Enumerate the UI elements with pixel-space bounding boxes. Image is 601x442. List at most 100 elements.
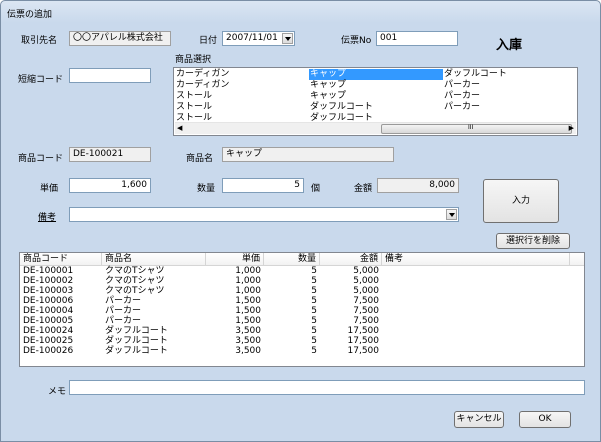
table-cell: 7,500 bbox=[353, 316, 379, 326]
memo-label: メモ bbox=[48, 387, 67, 397]
table-cell: DE-100004 bbox=[23, 306, 74, 316]
table-cell: クマのTシャツ bbox=[105, 266, 165, 276]
product-list-item[interactable]: パーカー bbox=[443, 102, 577, 113]
customer-field: 〇〇アパレル株式会社 bbox=[69, 31, 171, 46]
product-list-item[interactable]: ダッフルコート bbox=[443, 69, 577, 80]
detail-table[interactable]: 商品コード 商品名 単価 数量 金額 備考 DE-100001 クマのTシャツ 1,000 5 5… bbox=[19, 252, 585, 367]
unit-price-input[interactable]: 1,600 bbox=[69, 178, 151, 193]
product-select-list[interactable]: カーディガン カーディガン ストール ストール ストール キャップ キャップ キャップ ダッフ… bbox=[173, 67, 578, 136]
table-cell: 5 bbox=[311, 316, 317, 326]
table-cell: 5,000 bbox=[353, 266, 379, 276]
table-cell: 1,000 bbox=[235, 286, 261, 296]
table-row[interactable]: DE-100025 ダッフルコート 3,500 5 17,500 bbox=[20, 336, 584, 346]
table-cell bbox=[382, 316, 570, 326]
table-cell: DE-100026 bbox=[23, 346, 74, 356]
product-list-hscrollbar[interactable]: ◀ III ▶ bbox=[175, 122, 576, 134]
column-header[interactable]: 単価 bbox=[206, 253, 264, 265]
mode-title: 入庫 bbox=[496, 38, 523, 53]
memo-input[interactable] bbox=[69, 380, 585, 395]
column-header[interactable]: 商品名 bbox=[102, 253, 206, 265]
table-cell: 5 bbox=[311, 306, 317, 316]
table-cell: 5 bbox=[311, 296, 317, 306]
input-button[interactable]: 入力 bbox=[483, 179, 559, 223]
table-cell: DE-100025 bbox=[23, 336, 74, 346]
table-cell: 5,000 bbox=[353, 276, 379, 286]
scroll-right-icon[interactable]: ▶ bbox=[569, 124, 574, 132]
product-list-item[interactable]: ストール bbox=[175, 91, 309, 102]
table-cell: 17,500 bbox=[347, 346, 380, 356]
table-cell: 1,500 bbox=[235, 296, 261, 306]
quantity-unit: 個 bbox=[311, 184, 321, 194]
table-row[interactable]: DE-100002 クマのTシャツ 1,000 5 5,000 bbox=[20, 276, 584, 286]
scroll-thumb[interactable]: III bbox=[381, 124, 572, 134]
product-select-label: 商品選択 bbox=[175, 55, 212, 65]
product-list-item[interactable]: パーカー bbox=[443, 80, 577, 91]
table-cell bbox=[382, 326, 570, 336]
column-header[interactable]: 備考 bbox=[382, 253, 570, 265]
product-name-label: 商品名 bbox=[186, 154, 214, 164]
product-list-item[interactable]: カーディガン bbox=[175, 69, 309, 80]
table-cell: 1,500 bbox=[235, 316, 261, 326]
cancel-button[interactable]: キャンセル bbox=[454, 411, 504, 428]
scroll-thumb-grip-icon: III bbox=[468, 124, 474, 131]
table-cell: パーカー bbox=[105, 296, 142, 306]
amount-field: 8,000 bbox=[377, 178, 459, 193]
table-cell: 1,500 bbox=[235, 306, 261, 316]
table-row[interactable]: DE-100024 ダッフルコート 3,500 5 17,500 bbox=[20, 326, 584, 336]
table-cell: 5 bbox=[311, 286, 317, 296]
slip-no-input[interactable]: 001 bbox=[376, 31, 458, 46]
date-picker[interactable]: 2007/11/01 bbox=[222, 31, 295, 46]
date-dropdown-icon[interactable] bbox=[282, 33, 293, 44]
table-row[interactable]: DE-100003 クマのTシャツ 1,000 5 5,000 bbox=[20, 286, 584, 296]
product-code-field: DE-100021 bbox=[69, 147, 151, 162]
scroll-left-icon[interactable]: ◀ bbox=[177, 124, 182, 132]
table-cell: 17,500 bbox=[347, 326, 380, 336]
table-cell: DE-100024 bbox=[23, 326, 74, 336]
product-list-item[interactable]: キャップ bbox=[309, 69, 443, 80]
table-row[interactable]: DE-100026 ダッフルコート 3,500 5 17,500 bbox=[20, 346, 584, 356]
table-cell: DE-100002 bbox=[23, 276, 74, 286]
ok-button[interactable]: OK bbox=[519, 411, 571, 428]
detail-table-header: 商品コード 商品名 単価 数量 金額 備考 bbox=[20, 253, 584, 266]
table-cell: 5 bbox=[311, 336, 317, 346]
product-list-item[interactable]: キャップ bbox=[309, 91, 443, 102]
column-header[interactable]: 数量 bbox=[264, 253, 320, 265]
table-cell: ダッフルコート bbox=[105, 336, 168, 346]
table-cell: 5,000 bbox=[353, 286, 379, 296]
product-list-item[interactable]: パーカー bbox=[443, 91, 577, 102]
remarks-dropdown-icon[interactable] bbox=[446, 209, 457, 220]
table-cell: 1,000 bbox=[235, 276, 261, 286]
short-code-label: 短縮コード bbox=[18, 75, 64, 85]
window-title: 伝票の追加 bbox=[7, 10, 53, 20]
remarks-combo[interactable] bbox=[69, 207, 459, 222]
table-cell: DE-100001 bbox=[23, 266, 74, 276]
quantity-label: 数量 bbox=[197, 184, 216, 194]
short-code-input[interactable] bbox=[69, 68, 151, 83]
table-cell bbox=[382, 276, 570, 286]
table-row[interactable]: DE-100005 パーカー 1,500 5 7,500 bbox=[20, 316, 584, 326]
product-list-item[interactable]: キャップ bbox=[309, 80, 443, 91]
table-cell: パーカー bbox=[105, 316, 142, 326]
delete-selected-rows-button[interactable]: 選択行を削除 bbox=[496, 233, 570, 249]
table-row[interactable]: DE-100006 パーカー 1,500 5 7,500 bbox=[20, 296, 584, 306]
product-list-item[interactable]: ストール bbox=[175, 102, 309, 113]
table-cell: 7,500 bbox=[353, 306, 379, 316]
title-bar[interactable]: 伝票の追加 bbox=[1, 1, 600, 23]
product-code-label: 商品コード bbox=[18, 154, 64, 164]
column-header[interactable]: 商品コード bbox=[20, 253, 102, 265]
product-list-item[interactable]: カーディガン bbox=[175, 80, 309, 91]
table-cell: 3,500 bbox=[235, 326, 261, 336]
table-cell: 5 bbox=[311, 276, 317, 286]
table-cell bbox=[382, 306, 570, 316]
remarks-label[interactable]: 備考 bbox=[38, 210, 56, 223]
table-row[interactable]: DE-100001 クマのTシャツ 1,000 5 5,000 bbox=[20, 266, 584, 276]
quantity-input[interactable]: 5 bbox=[222, 178, 304, 193]
table-cell: DE-100005 bbox=[23, 316, 74, 326]
table-row[interactable]: DE-100004 パーカー 1,500 5 7,500 bbox=[20, 306, 584, 316]
column-header[interactable]: 金額 bbox=[320, 253, 382, 265]
table-cell: ダッフルコート bbox=[105, 326, 168, 336]
customer-label: 取引先名 bbox=[21, 36, 58, 46]
product-list-item[interactable]: ダッフルコート bbox=[309, 102, 443, 113]
table-cell bbox=[382, 286, 570, 296]
table-cell: 17,500 bbox=[347, 336, 380, 346]
